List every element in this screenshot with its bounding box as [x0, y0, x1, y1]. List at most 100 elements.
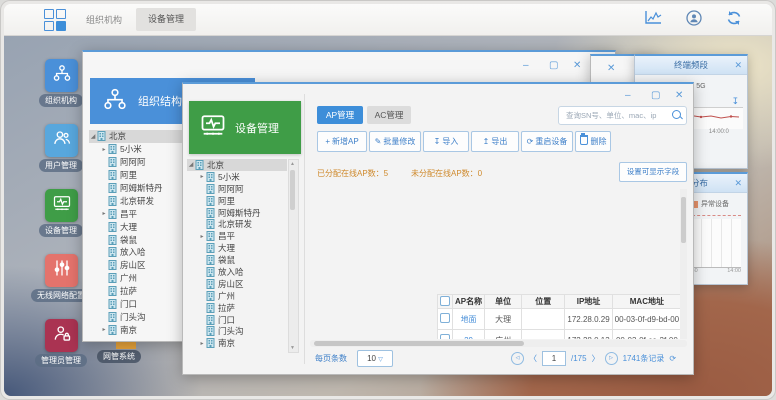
column-header[interactable]: 单位	[485, 295, 522, 309]
tree-item[interactable]: ▸5小米	[187, 171, 287, 183]
page-input[interactable]: 1	[542, 351, 566, 366]
close-icon[interactable]: ✕	[607, 63, 615, 75]
sidebar-item-devices[interactable]	[45, 189, 78, 222]
expand-arrow-icon[interactable]: ▸	[198, 173, 206, 180]
tree-item-label: 阿姆斯特丹	[218, 207, 261, 219]
tree-item[interactable]: 阿阿阿	[187, 183, 287, 195]
network-system-icon[interactable]	[116, 341, 136, 349]
column-header[interactable]: 位置	[522, 295, 565, 309]
column-header[interactable]: AP名称	[453, 295, 485, 309]
sidebar-item-organization[interactable]	[45, 59, 78, 92]
table-h-scrollbar[interactable]	[310, 340, 687, 347]
table-cell: 172.28.0.13	[565, 330, 612, 340]
tree-item-label: 南京	[120, 324, 137, 336]
search-icon[interactable]	[672, 110, 681, 119]
tree-item[interactable]: 袋鼠	[187, 254, 287, 266]
table-row[interactable]: 29广州172.28.0.1300-03-0f-ce-2f-00WL8200I2…	[438, 330, 688, 340]
table-row[interactable]: 地面大理172.28.0.2900-03-0f-d9-bd-002000WAPL…	[438, 309, 688, 330]
maximize-icon[interactable]: ▢	[651, 90, 660, 102]
chart-icon[interactable]	[645, 10, 662, 26]
tree-item[interactable]: 阿里	[187, 195, 287, 207]
tree-item[interactable]: 北京研发	[187, 218, 287, 230]
per-page-select[interactable]: 10 ▽	[357, 350, 393, 367]
expand-arrow-icon[interactable]: ▸	[100, 326, 108, 333]
column-header[interactable]: MAC地址	[612, 295, 681, 309]
delete-button[interactable]: 删除	[575, 131, 611, 152]
tab-organization[interactable]: 组织机构	[86, 13, 122, 26]
tree-item-label: 广州	[120, 272, 137, 284]
panel-title: 终端频段	[635, 56, 747, 75]
tree-item-label: 房山区	[120, 259, 146, 271]
add-ap-button[interactable]: +新增AP	[317, 131, 367, 152]
tree-item[interactable]: 房山区	[187, 278, 287, 290]
sidebar-item-admins[interactable]	[45, 319, 78, 352]
expand-arrow-icon[interactable]: ▸	[100, 210, 108, 217]
tab-ap-management[interactable]: AP管理	[317, 106, 363, 124]
tree-item[interactable]: 门头沟	[187, 325, 287, 337]
close-icon[interactable]: ✕	[573, 60, 581, 72]
expand-arrow-icon[interactable]: ▸	[100, 146, 108, 153]
ap-name-link[interactable]: 29	[453, 330, 485, 340]
maximize-icon[interactable]: ▢	[549, 60, 558, 72]
download-icon[interactable]: ↧	[731, 96, 739, 107]
prev-page-icon[interactable]: 〈	[529, 353, 537, 364]
tree-item[interactable]: ▸南京	[187, 337, 287, 349]
minimize-icon[interactable]: –	[625, 90, 631, 102]
expand-arrow-icon[interactable]: ◢	[89, 133, 97, 140]
refresh-icon[interactable]	[726, 10, 742, 26]
legend-label: 异常设备	[701, 199, 729, 209]
tree-item[interactable]: 大理	[187, 242, 287, 254]
scroll-up-icon[interactable]: ▲	[289, 161, 296, 167]
close-icon[interactable]: ✕	[675, 90, 683, 102]
table-cell: 00-03-0f-d9-bd-00	[612, 309, 681, 330]
batch-edit-button[interactable]: ✎批量修改	[369, 131, 421, 152]
close-icon[interactable]: ✕	[734, 178, 742, 188]
export-button[interactable]: ↥导出	[471, 131, 519, 152]
search-input[interactable]	[564, 108, 666, 123]
sidebar-item-wireless-config[interactable]	[45, 254, 78, 287]
building-icon	[108, 209, 117, 219]
tree-item[interactable]: ▸昌平	[187, 230, 287, 242]
first-page-icon[interactable]: ◁	[511, 352, 524, 365]
display-fields-button[interactable]: 设置可显示字段	[619, 162, 687, 182]
import-button[interactable]: ↧导入	[423, 131, 469, 152]
building-icon	[206, 303, 215, 313]
select-all-checkbox[interactable]	[438, 295, 453, 309]
row-checkbox[interactable]	[438, 309, 453, 330]
tree-scrollbar[interactable]: ▲ ▼	[288, 159, 299, 353]
total-pages: /175	[571, 354, 587, 363]
close-icon[interactable]: ✕	[734, 60, 742, 70]
refresh-icon[interactable]: ⟳	[669, 354, 676, 363]
table-cell: 大理	[485, 309, 522, 330]
sidebar-label: 用户管理	[39, 159, 83, 172]
tree-item-label: 门头沟	[120, 311, 146, 323]
table-scrollbar[interactable]	[680, 189, 687, 339]
expand-arrow-icon[interactable]: ▸	[198, 233, 206, 240]
tree-item[interactable]: 阿姆斯特丹	[187, 207, 287, 219]
edit-icon: ✎	[375, 137, 382, 146]
tab-ac-management[interactable]: AC管理	[367, 106, 411, 124]
tree-item[interactable]: 放入哈	[187, 266, 287, 278]
tree-item[interactable]: 拉萨	[187, 302, 287, 314]
expand-arrow-icon[interactable]: ▸	[198, 340, 206, 347]
tree-item[interactable]: ◢北京	[187, 159, 287, 171]
dialog-title: 设备管理	[235, 120, 279, 136]
restart-device-button[interactable]: ⟳重启设备	[521, 131, 573, 152]
ap-name-link[interactable]: 地面	[453, 309, 485, 330]
tab-device-management[interactable]: 设备管理	[136, 8, 196, 31]
tree-item-label: 拉萨	[218, 302, 235, 314]
next-page-icon[interactable]: 〉	[592, 353, 600, 364]
expand-arrow-icon[interactable]: ◢	[187, 161, 195, 168]
tree-item[interactable]: 广州	[187, 290, 287, 302]
sidebar-item-users[interactable]	[45, 124, 78, 157]
minimize-icon[interactable]: –	[523, 60, 529, 72]
building-icon	[108, 286, 117, 296]
tree-item[interactable]: 门口	[187, 314, 287, 326]
row-checkbox[interactable]	[438, 330, 453, 340]
account-icon[interactable]	[686, 10, 702, 26]
tree-item-label: 昌平	[120, 208, 137, 220]
column-header[interactable]: IP地址	[565, 295, 612, 309]
top-bar: 组织机构 设备管理	[4, 4, 772, 36]
last-page-icon[interactable]: ▷	[605, 352, 618, 365]
tree-item-label: 门头沟	[218, 325, 244, 337]
